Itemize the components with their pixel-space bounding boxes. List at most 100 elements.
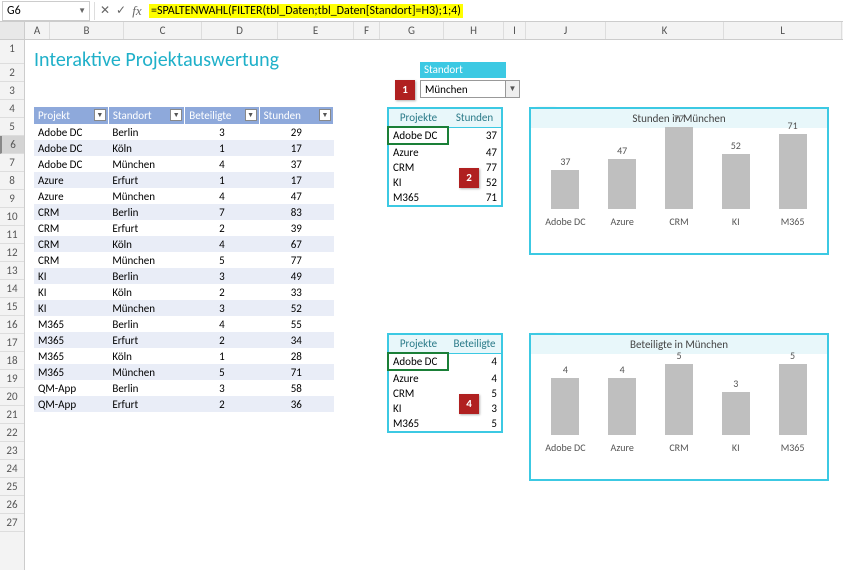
accept-formula-icon[interactable]: ✓ xyxy=(113,3,129,18)
cell[interactable]: M365 xyxy=(34,316,108,332)
col-header-E[interactable]: E xyxy=(278,22,354,39)
summary-cell[interactable]: KI xyxy=(388,401,448,416)
cell[interactable]: 4 xyxy=(185,156,259,172)
cell[interactable]: 39 xyxy=(259,220,333,236)
summary-cell[interactable]: 5 xyxy=(448,416,502,432)
table-row[interactable]: M365Erfurt234 xyxy=(34,332,334,348)
cell[interactable]: 49 xyxy=(259,268,333,284)
table-row[interactable]: KIKöln233 xyxy=(34,284,334,300)
data-table[interactable]: Projekt▼Standort▼Beteiligte▼Stunden▼Adob… xyxy=(34,107,334,412)
summary-cell[interactable]: KI xyxy=(388,175,448,190)
formula-input[interactable]: =SPALTENWAHL(FILTER(tbl_Daten;tbl_Daten[… xyxy=(145,1,843,21)
row-header-9[interactable]: 9 xyxy=(0,190,24,208)
cell[interactable]: 3 xyxy=(185,300,259,316)
table-row[interactable]: QM-AppErfurt236 xyxy=(34,396,334,412)
table-header[interactable]: Standort▼ xyxy=(108,107,184,124)
select-all-corner[interactable] xyxy=(0,22,25,39)
cell[interactable]: 37 xyxy=(259,156,333,172)
cell[interactable]: Erfurt xyxy=(108,220,184,236)
fx-icon[interactable]: fx xyxy=(129,3,145,19)
row-header-3[interactable]: 3 xyxy=(0,82,24,100)
row-header-16[interactable]: 16 xyxy=(0,316,24,334)
cell[interactable]: 33 xyxy=(259,284,333,300)
summary-cell[interactable]: CRM xyxy=(388,160,448,175)
table-header[interactable]: Stunden▼ xyxy=(259,107,333,124)
table-row[interactable]: AzureMünchen447 xyxy=(34,188,334,204)
row-header-19[interactable]: 19 xyxy=(0,370,24,388)
col-header-F[interactable]: F xyxy=(354,22,380,39)
summary-cell[interactable]: M365 xyxy=(388,416,448,432)
summary-row[interactable]: KI52 xyxy=(388,175,502,190)
cell[interactable]: CRM xyxy=(34,204,108,220)
summary-table-beteiligte[interactable]: ProjekteBeteiligteAdobe DC4Azure4CRM5KI3… xyxy=(387,333,503,433)
cell[interactable]: 3 xyxy=(185,380,259,396)
standort-dropdown-icon[interactable]: ▼ xyxy=(506,80,520,98)
cell[interactable]: 5 xyxy=(185,364,259,380)
cell[interactable]: München xyxy=(108,364,184,380)
table-row[interactable]: KIMünchen352 xyxy=(34,300,334,316)
table-row[interactable]: CRMMünchen577 xyxy=(34,252,334,268)
row-header-8[interactable]: 8 xyxy=(0,172,24,190)
filter-icon[interactable]: ▼ xyxy=(245,109,257,121)
col-header-G[interactable]: G xyxy=(380,22,444,39)
cell[interactable]: Berlin xyxy=(108,204,184,220)
col-header-D[interactable]: D xyxy=(202,22,278,39)
cell[interactable]: Erfurt xyxy=(108,332,184,348)
cell[interactable]: 17 xyxy=(259,140,333,156)
cell[interactable]: Köln xyxy=(108,236,184,252)
summary-cell[interactable]: Azure xyxy=(388,370,448,386)
cell[interactable]: Adobe DC xyxy=(34,156,108,172)
table-row[interactable]: M365Köln128 xyxy=(34,348,334,364)
summary-row[interactable]: Adobe DC4 xyxy=(388,353,502,370)
cell[interactable]: QM-App xyxy=(34,396,108,412)
cell[interactable]: 36 xyxy=(259,396,333,412)
cell[interactable]: 4 xyxy=(185,188,259,204)
row-header-12[interactable]: 12 xyxy=(0,244,24,262)
row-header-11[interactable]: 11 xyxy=(0,226,24,244)
cell[interactable]: Erfurt xyxy=(108,172,184,188)
summary-cell[interactable]: Adobe DC xyxy=(388,127,448,144)
row-header-27[interactable]: 27 xyxy=(0,514,24,532)
cell[interactable]: Azure xyxy=(34,188,108,204)
summary-cell[interactable]: Adobe DC xyxy=(388,353,448,370)
row-header-25[interactable]: 25 xyxy=(0,478,24,496)
filter-icon[interactable]: ▼ xyxy=(170,109,182,121)
cell[interactable]: 2 xyxy=(185,396,259,412)
table-row[interactable]: Adobe DCBerlin329 xyxy=(34,124,334,140)
row-header-13[interactable]: 13 xyxy=(0,262,24,280)
cell[interactable]: 28 xyxy=(259,348,333,364)
table-row[interactable]: M365Berlin455 xyxy=(34,316,334,332)
filter-icon[interactable]: ▼ xyxy=(319,109,331,121)
col-header-I[interactable]: I xyxy=(504,22,526,39)
table-header[interactable]: Beteiligte▼ xyxy=(185,107,259,124)
row-header-14[interactable]: 14 xyxy=(0,280,24,298)
cell[interactable]: München xyxy=(108,252,184,268)
col-header-B[interactable]: B xyxy=(50,22,124,39)
cell[interactable]: 7 xyxy=(185,204,259,220)
cell[interactable]: M365 xyxy=(34,364,108,380)
cell[interactable]: CRM xyxy=(34,220,108,236)
cell[interactable]: Erfurt xyxy=(108,396,184,412)
summary-row[interactable]: Azure47 xyxy=(388,144,502,160)
summary-cell[interactable]: 4 xyxy=(448,353,502,370)
cell[interactable]: Adobe DC xyxy=(34,124,108,140)
cell[interactable]: Berlin xyxy=(108,124,184,140)
cell[interactable]: 2 xyxy=(185,220,259,236)
summary-row[interactable]: M3655 xyxy=(388,416,502,432)
table-row[interactable]: Adobe DCKöln117 xyxy=(34,140,334,156)
cell[interactable]: 3 xyxy=(185,124,259,140)
summary-row[interactable]: KI3 xyxy=(388,401,502,416)
table-row[interactable]: QM-AppBerlin358 xyxy=(34,380,334,396)
cell[interactable]: 52 xyxy=(259,300,333,316)
row-header-10[interactable]: 10 xyxy=(0,208,24,226)
row-header-6[interactable]: 6 xyxy=(0,136,24,154)
summary-row[interactable]: M36571 xyxy=(388,190,502,206)
cell[interactable]: CRM xyxy=(34,236,108,252)
summary-table-stunden[interactable]: ProjekteStundenAdobe DC37Azure47CRM77KI5… xyxy=(387,107,503,207)
cell[interactable]: 1 xyxy=(185,140,259,156)
cell[interactable]: 5 xyxy=(185,252,259,268)
summary-cell[interactable]: M365 xyxy=(388,190,448,206)
row-header-4[interactable]: 4 xyxy=(0,100,24,118)
table-row[interactable]: AzureErfurt117 xyxy=(34,172,334,188)
row-header-20[interactable]: 20 xyxy=(0,388,24,406)
